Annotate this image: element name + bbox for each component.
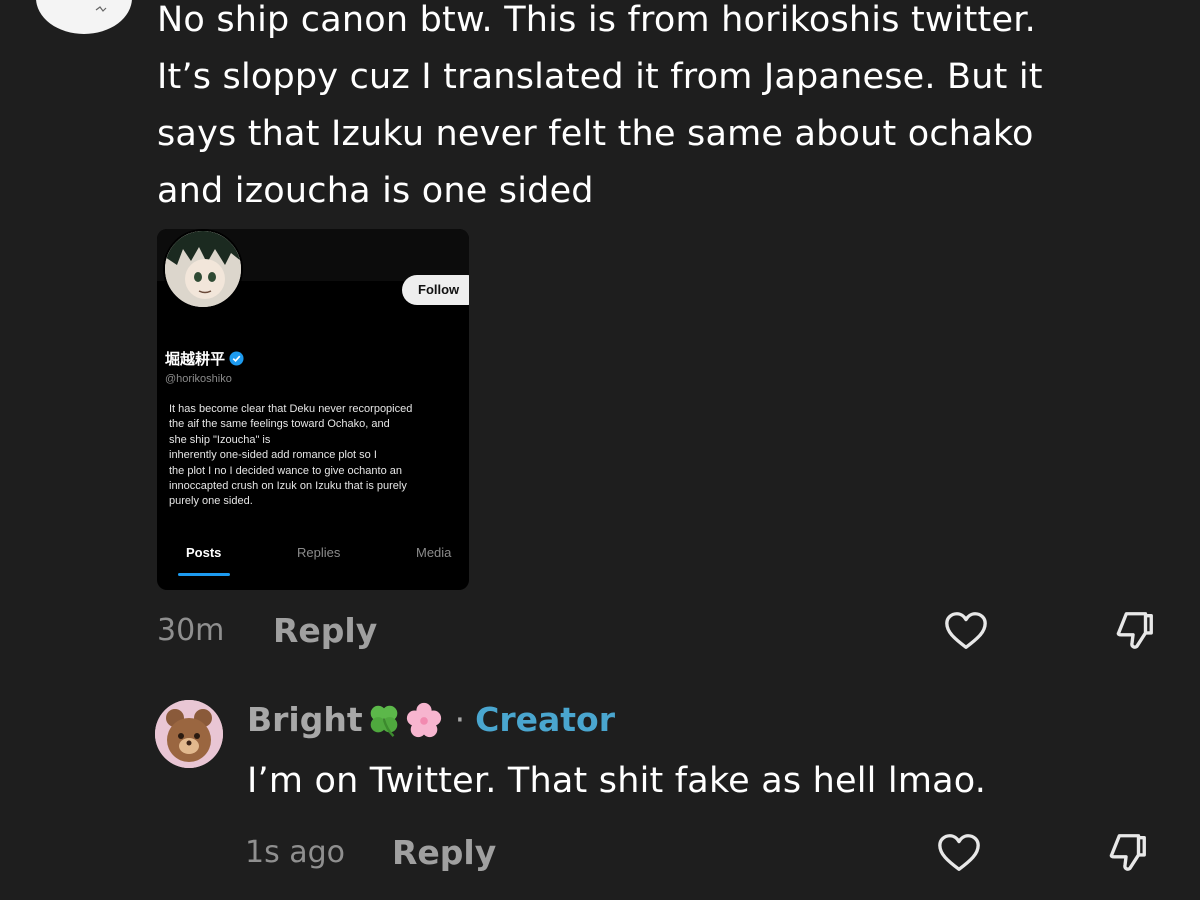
reply-button[interactable]: Reply: [273, 611, 377, 650]
bio-line: innoccapted crush on Izuk on Izuku that …: [169, 480, 407, 493]
tab-replies[interactable]: Replies: [297, 545, 340, 560]
cherry-blossom-icon: [406, 702, 441, 737]
active-tab-indicator: [178, 573, 230, 576]
reply-timestamp: 1s ago: [245, 835, 346, 870]
comment-line: No ship canon btw. This is from horikosh…: [157, 0, 1036, 40]
bio-line: inherently one-sided add romance plot so…: [169, 449, 377, 462]
profile-avatar: [163, 229, 243, 309]
profile-tabs: Posts Replies Media: [157, 545, 469, 569]
dislike-icon[interactable]: [1111, 608, 1157, 654]
comment-body: No ship canon btw. This is from horikosh…: [157, 0, 1167, 220]
bio-line: the aif the same feelings toward Ochako,…: [169, 418, 390, 431]
profile-name-text: 堀越耕平: [165, 350, 226, 368]
verified-badge-icon: [229, 351, 244, 366]
bio-line: purely one sided.: [169, 495, 253, 508]
comment-line: says that Izuku never felt the same abou…: [157, 114, 1034, 154]
bio-line: It has become clear that Deku never reco…: [169, 403, 413, 415]
tab-posts[interactable]: Posts: [186, 545, 221, 560]
creator-avatar[interactable]: [155, 700, 223, 768]
reply-button-2[interactable]: Reply: [392, 833, 496, 872]
comment-line: It’s sloppy cuz I translated it from Jap…: [157, 57, 1043, 97]
comment-line: and izoucha is one sided: [157, 171, 594, 211]
bio-line: the plot I no I decided wance to give oc…: [169, 464, 402, 477]
tab-media[interactable]: Media: [416, 545, 451, 560]
profile-handle: @horikoshiko: [165, 373, 232, 385]
reply-comment-body: I’m on Twitter. That shit fake as hell l…: [247, 761, 987, 801]
heart-icon[interactable]: [943, 608, 989, 654]
follow-button[interactable]: Follow: [402, 275, 469, 305]
four-leaf-clover-icon: [370, 705, 397, 737]
comment-timestamp: 30m: [157, 613, 225, 648]
heart-icon[interactable]: [936, 830, 982, 876]
separator-dot: ·: [454, 700, 466, 739]
attached-screenshot[interactable]: Follow 堀越耕平 @horikoshiko It has become c…: [157, 229, 469, 590]
profile-display-name: 堀越耕平: [165, 348, 244, 369]
author-name[interactable]: Bright: [247, 700, 363, 739]
dislike-icon[interactable]: [1104, 830, 1150, 876]
commenter-avatar[interactable]: [36, 0, 132, 34]
bio-line: she ship "Izoucha" is: [169, 433, 271, 446]
creator-author-line: Bright · Creator: [247, 700, 615, 739]
profile-bio: It has become clear that Deku never reco…: [169, 402, 469, 510]
creator-badge: Creator: [475, 700, 616, 739]
